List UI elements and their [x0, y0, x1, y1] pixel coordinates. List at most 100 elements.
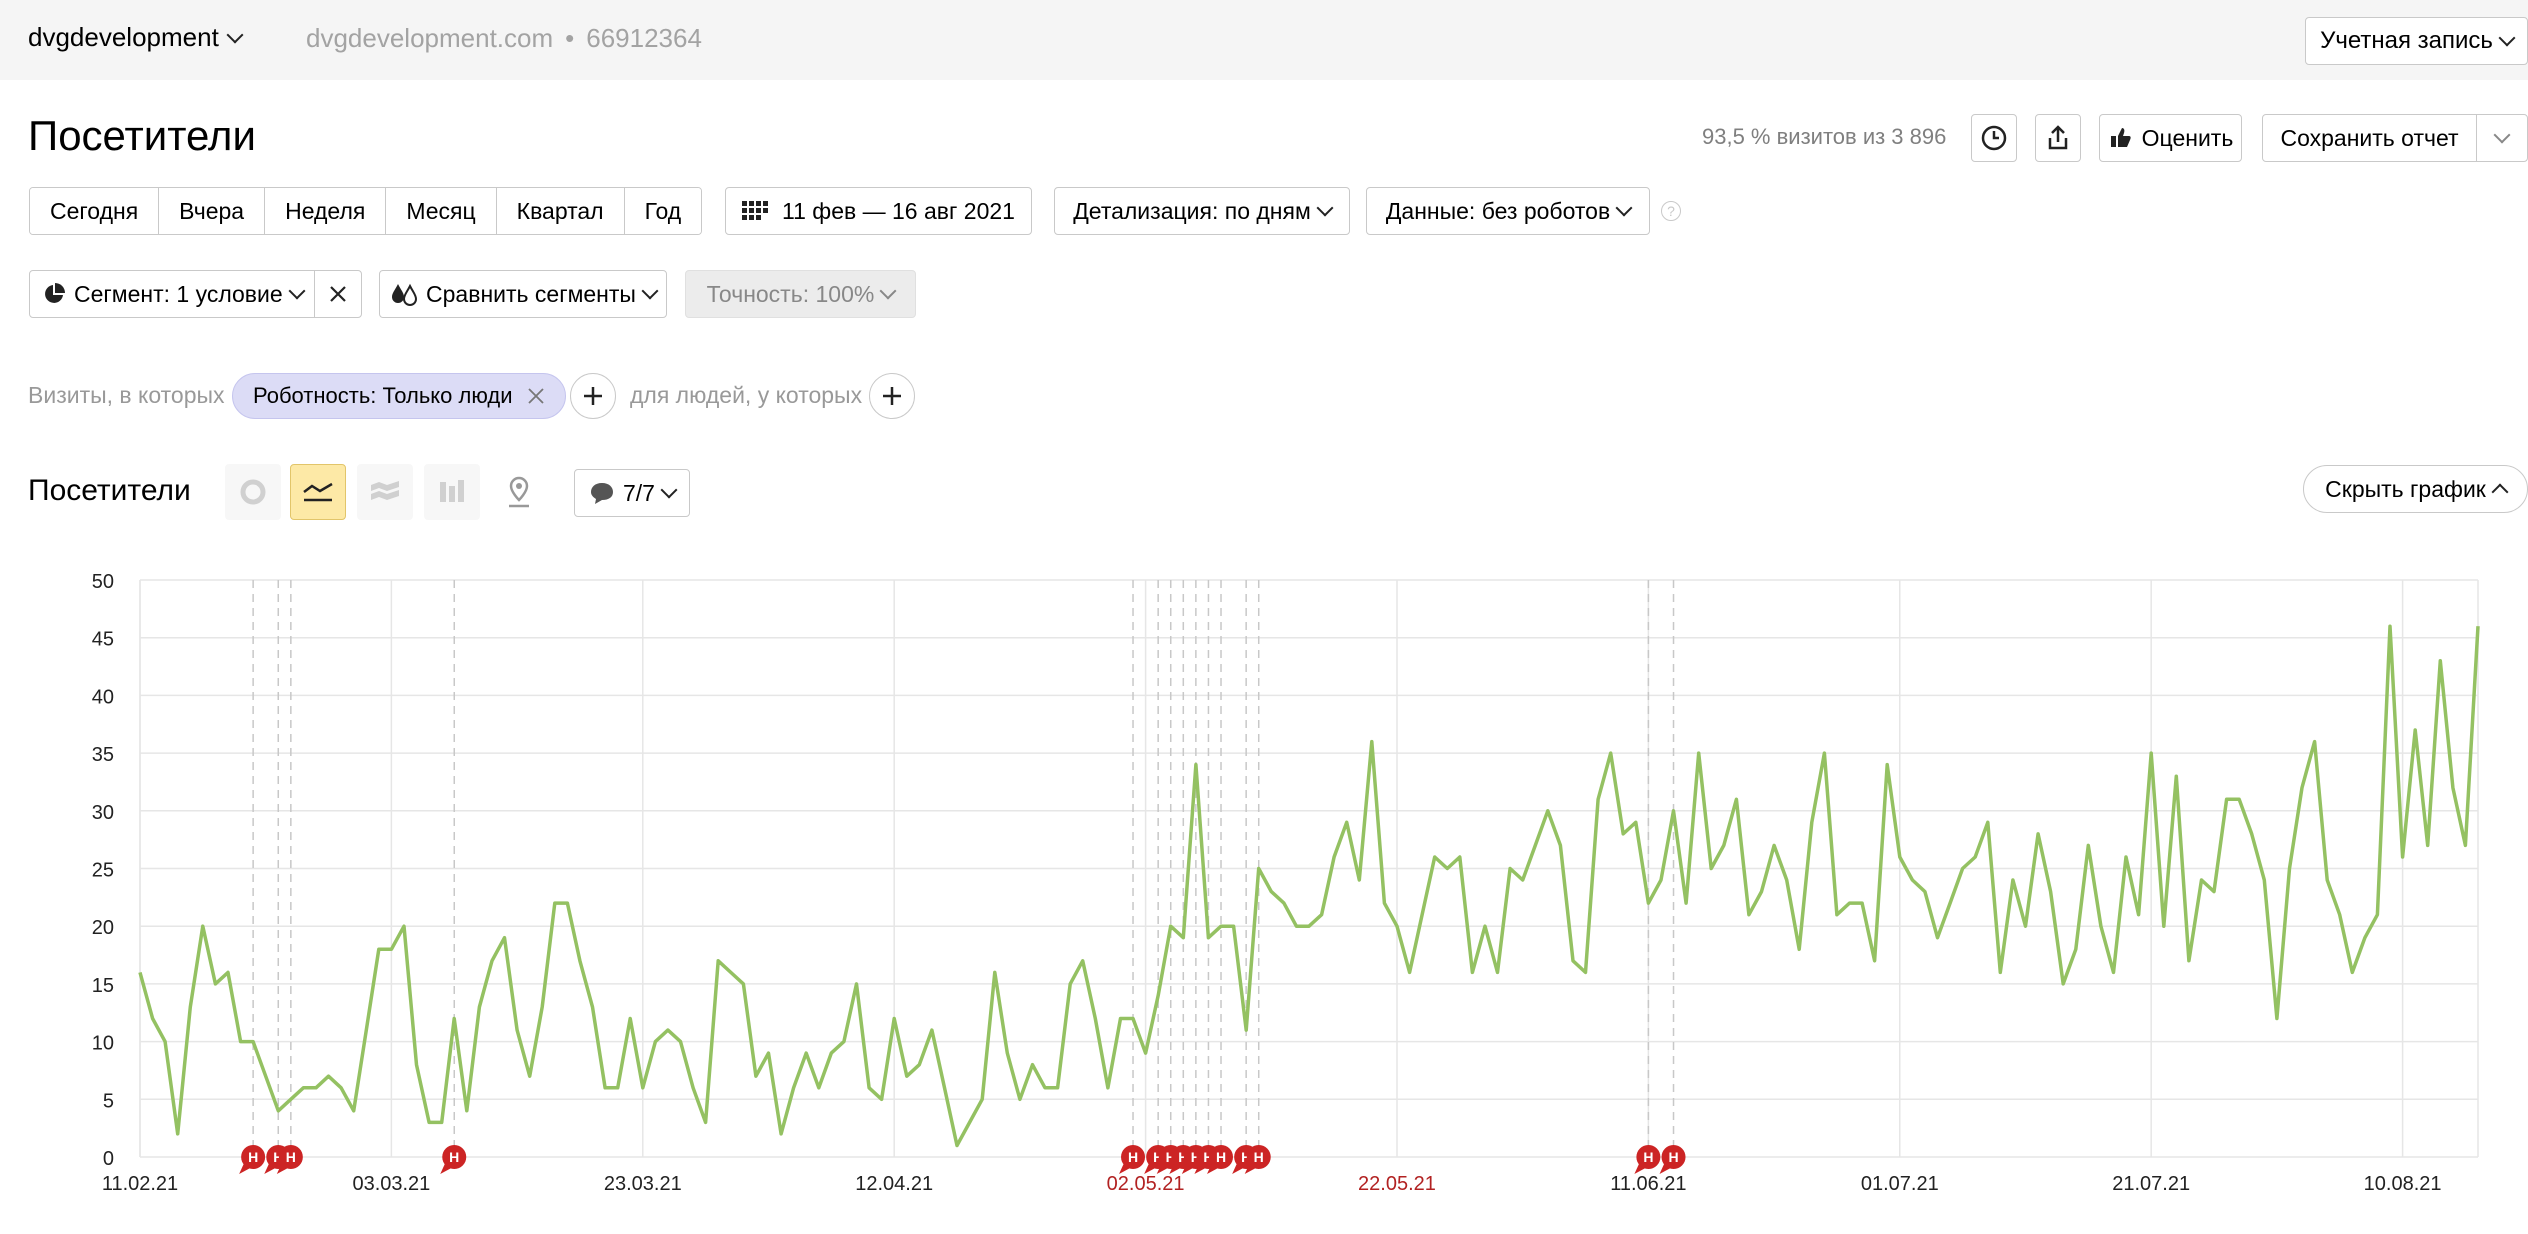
plus-icon	[883, 387, 901, 405]
map-pin-icon	[509, 476, 529, 508]
line-chart-icon	[303, 482, 333, 502]
annotation-marker-letter: Н	[286, 1149, 296, 1165]
annotation-marker-letter: Н	[449, 1149, 459, 1165]
page-title: Посетители	[28, 112, 256, 159]
segment-dropdown[interactable]: Сегмент: 1 условие	[29, 270, 315, 318]
robotness-filter-label: Роботность: Только люди	[253, 383, 513, 408]
add-people-condition-button[interactable]	[869, 373, 915, 419]
annotation-marker: Н	[1634, 1145, 1661, 1174]
counter-name: dvgdevelopment	[28, 22, 219, 52]
pie-view-button[interactable]	[225, 464, 281, 520]
annotation-marker-letter: Н	[1254, 1149, 1264, 1165]
compare-segments-dropdown[interactable]: Сравнить сегменты	[379, 270, 667, 318]
clear-segment-button[interactable]	[314, 270, 362, 318]
x-axis-tick-labels: 11.02.21 03.03.21 23.03.21 12.04.21 02.05.21…	[102, 1173, 2442, 1195]
date-range-button[interactable]: 11 фев — 16 авг 2021	[725, 187, 1032, 235]
annotations-dropdown[interactable]: 7/7	[574, 469, 690, 517]
date-range-label: 11 фев — 16 авг 2021	[782, 197, 1015, 224]
accuracy-label: Точность: 100%	[706, 280, 875, 307]
annotations-count: 7/7	[623, 479, 655, 506]
annotation-marker-letter: Н	[1668, 1149, 1678, 1165]
save-report-button[interactable]: Сохранить отчет	[2262, 114, 2477, 162]
pie-chart-icon	[45, 283, 65, 303]
x-tick-label: 21.07.21	[2112, 1173, 2190, 1195]
counter-id: 66912364	[586, 23, 702, 53]
area-chart-icon	[371, 481, 399, 500]
people-filter-prefix: для людей, у которых	[630, 382, 863, 408]
chevron-down-icon	[660, 481, 678, 499]
y-tick-label: 50	[92, 571, 114, 593]
chart-section-title: Посетители	[28, 474, 191, 507]
add-visit-condition-button[interactable]	[570, 373, 616, 419]
y-tick-label: 5	[103, 1090, 114, 1112]
annotation-marker-letter: Н	[1128, 1149, 1138, 1165]
compare-drops-icon	[392, 283, 418, 306]
save-options-button[interactable]	[2476, 114, 2528, 162]
annotation-marker-letter: Н	[248, 1149, 258, 1165]
plus-icon	[584, 387, 602, 405]
chevron-up-icon	[2491, 483, 2509, 501]
period-yesterday[interactable]: Вчера	[159, 188, 266, 234]
x-tick-label: 12.04.21	[855, 1173, 933, 1195]
y-tick-label: 0	[103, 1148, 114, 1170]
counter-site-info: dvgdevelopment.com • 66912364	[306, 23, 702, 54]
chevron-down-icon	[2493, 126, 2511, 144]
y-tick-label: 45	[92, 629, 114, 651]
robotness-filter-chip[interactable]: Роботность: Только люди	[232, 373, 566, 419]
x-tick-label: 03.03.21	[352, 1173, 430, 1195]
hide-chart-button[interactable]: Скрыть график	[2303, 465, 2528, 513]
period-week[interactable]: Неделя	[265, 188, 387, 234]
clock-icon	[1981, 125, 2007, 151]
calendar-icon	[742, 201, 769, 220]
account-label: Учетная запись	[2320, 27, 2493, 54]
data-filter-label: Данные: без роботов	[1385, 197, 1611, 224]
period-year[interactable]: Год	[624, 188, 702, 234]
export-button[interactable]	[2035, 114, 2081, 162]
comment-icon	[591, 483, 613, 504]
segment-label: Сегмент: 1 условие	[74, 280, 283, 307]
history-button[interactable]	[1971, 114, 2017, 162]
x-tick-label: 11.06.21	[1610, 1173, 1686, 1195]
bar-view-button[interactable]	[424, 464, 480, 520]
period-quarter[interactable]: Квартал	[496, 188, 625, 234]
account-button[interactable]: Учетная запись	[2305, 17, 2528, 65]
x-tick-label: 22.05.21	[1358, 1173, 1436, 1195]
period-today[interactable]: Сегодня	[30, 188, 160, 234]
annotation-marker-letter: Н	[1216, 1149, 1226, 1165]
x-tick-label: 23.03.21	[604, 1173, 682, 1195]
save-report-label: Сохранить отчет	[2280, 124, 2459, 151]
rate-label: Оценить	[2141, 124, 2234, 151]
annotation-marker: Н	[239, 1145, 266, 1174]
x-tick-label: 11.02.21	[102, 1173, 178, 1195]
close-icon	[330, 286, 346, 302]
chevron-down-icon	[1316, 199, 1334, 217]
compare-segments-label: Сравнить сегменты	[426, 280, 636, 307]
help-icon[interactable]: ?	[1661, 201, 1681, 221]
rate-button[interactable]: Оценить	[2099, 114, 2242, 162]
annotation-marker: Н	[440, 1145, 467, 1174]
pie-view-icon	[240, 479, 266, 505]
annotation-marker: Н	[1119, 1145, 1146, 1174]
accuracy-dropdown[interactable]: Точность: 100%	[685, 270, 916, 318]
bar-chart-icon	[440, 480, 464, 502]
chevron-down-icon	[1615, 199, 1633, 217]
visits-filter-prefix: Визиты, в которых	[28, 382, 225, 408]
detail-dropdown[interactable]: Детализация: по дням	[1054, 187, 1350, 235]
visitors-line-chart: 0 5 10 15 20 25 30 35 40 45 50 11.02.21 03.03.21 23.…	[92, 571, 2480, 1195]
close-icon[interactable]	[527, 387, 545, 405]
separator: •	[565, 23, 575, 53]
counter-selector[interactable]: dvgdevelopment	[28, 22, 244, 53]
hide-chart-label: Скрыть график	[2325, 475, 2486, 502]
y-axis-tick-labels: 0 5 10 15 20 25 30 35 40 45 50	[92, 571, 114, 1170]
line-view-button[interactable]	[290, 464, 346, 520]
annotation-marker-letter: Н	[1643, 1149, 1653, 1165]
visits-sampling-info: 93,5 % визитов из 3 896	[1702, 124, 1947, 149]
visitors-series-line	[138, 624, 2480, 1148]
x-tick-label: 10.08.21	[2364, 1173, 2442, 1195]
chevron-down-icon	[641, 282, 659, 300]
map-view-button[interactable]	[491, 464, 547, 520]
data-filter-dropdown[interactable]: Данные: без роботов	[1366, 187, 1650, 235]
area-view-button[interactable]	[357, 464, 413, 520]
period-month[interactable]: Месяц	[386, 188, 497, 234]
chevron-down-icon	[288, 282, 306, 300]
